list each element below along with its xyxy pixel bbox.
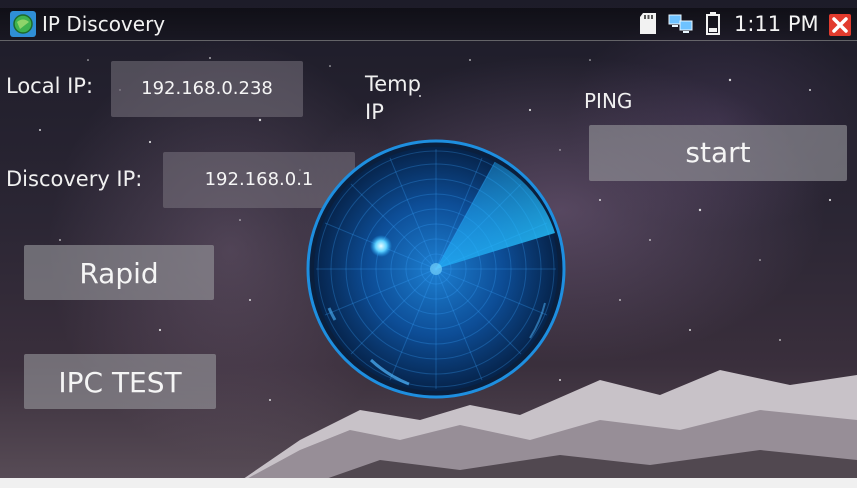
ip-discovery-screen: IP Discovery 1:11 PM Local IP: 192.168.0… bbox=[0, 0, 857, 488]
local-ip-field[interactable]: 192.168.0.238 bbox=[111, 61, 303, 117]
discovery-ip-label: Discovery IP: bbox=[6, 167, 143, 191]
sd-card-icon bbox=[640, 13, 656, 34]
radar-scanner bbox=[306, 139, 566, 399]
ping-label: PING bbox=[584, 89, 633, 113]
ipc-test-button[interactable]: IPC TEST bbox=[24, 354, 216, 409]
temp-ip-label-line1: Temp bbox=[365, 72, 421, 96]
battery-icon bbox=[706, 12, 720, 35]
app-title: IP Discovery bbox=[42, 12, 166, 36]
rapid-button[interactable]: Rapid bbox=[24, 245, 214, 300]
local-ip-label: Local IP: bbox=[6, 74, 94, 98]
close-icon[interactable] bbox=[829, 14, 851, 36]
start-ping-button[interactable]: start bbox=[589, 125, 847, 181]
temp-ip-label-line2: IP bbox=[365, 100, 384, 124]
status-bar: IP Discovery 1:11 PM bbox=[0, 8, 857, 41]
clock: 1:11 PM bbox=[734, 12, 819, 36]
temp-ip-label: Temp IP bbox=[365, 70, 421, 126]
network-icon bbox=[668, 14, 693, 33]
app-logo-icon bbox=[10, 11, 36, 37]
